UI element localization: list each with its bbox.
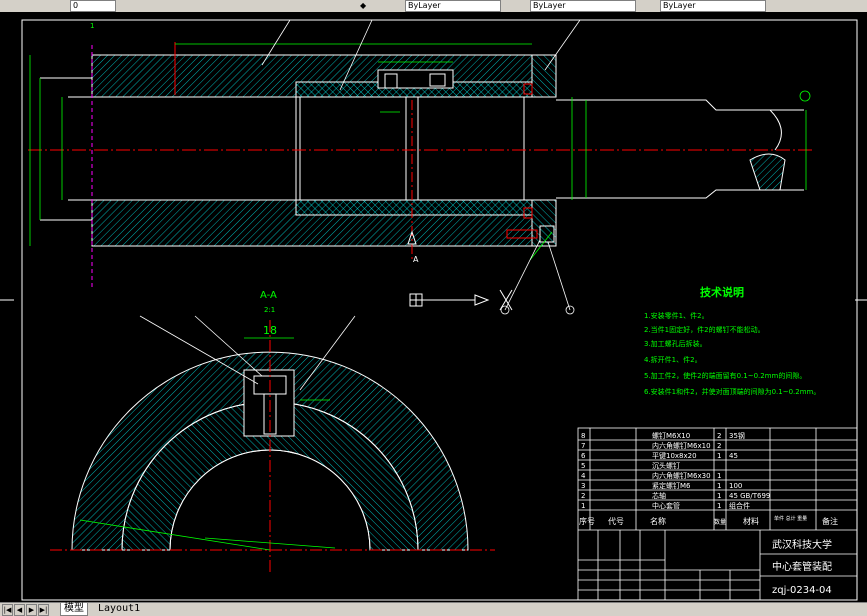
svg-text:平键10x8x20: 平键10x8x20	[652, 451, 697, 460]
prev-tab-button[interactable]: ◀	[14, 604, 25, 616]
svg-text:代号: 代号	[608, 516, 624, 526]
svg-text:备注: 备注	[822, 516, 838, 526]
dim-top-text: 1	[90, 22, 94, 30]
svg-text:100: 100	[729, 482, 742, 490]
svg-text:1: 1	[717, 502, 721, 510]
svg-text:1: 1	[717, 452, 721, 460]
svg-text:组合件: 组合件	[729, 501, 750, 510]
parts-row: 7 内六角螺钉M6x10 2	[581, 441, 721, 450]
svg-text:材料: 材料	[743, 516, 759, 526]
school-name: 武汉科技大学	[772, 538, 832, 551]
note-line: 3.加工螺孔后拆装。	[644, 339, 707, 348]
svg-text:中心套管: 中心套管	[652, 501, 680, 510]
section-title: A-A	[260, 290, 277, 301]
svg-text:数量: 数量	[714, 518, 726, 526]
tool-icon[interactable]: ◆	[360, 1, 366, 10]
last-tab-button[interactable]: ▶|	[38, 604, 49, 616]
svg-text:2: 2	[717, 432, 721, 440]
parts-row: 2 芯轴 1 45 GB/T699	[581, 491, 770, 500]
svg-text:5: 5	[581, 462, 585, 470]
note-line: 2.当件1固定好，件2的螺钉不能松动。	[644, 325, 765, 334]
svg-text:8: 8	[581, 432, 585, 440]
properties-toolbar: 0 ◆ ByLayer ByLayer ByLayer	[0, 0, 867, 12]
linetype-combo[interactable]: ByLayer	[530, 0, 636, 12]
parts-row: 5 沉头螺钉	[581, 461, 680, 470]
note-line: 5.加工件2，使件2的端面留有0.1~0.2mm的间隙。	[644, 371, 806, 380]
svg-text:6: 6	[581, 452, 586, 460]
lineweight-combo[interactable]: ByLayer	[660, 0, 766, 12]
parts-row: 8 螺钉M6X10 2 35钢	[581, 431, 745, 440]
parts-list: 8 螺钉M6X10 2 35钢 7 内六角螺钉M6x10 2 6 平键10x8x20 1 45 …	[579, 431, 838, 526]
technical-notes: 技术说明 1.安装零件1、件2。 2.当件1固定好，件2的螺钉不能松动。 3.加…	[644, 285, 820, 396]
svg-text:芯轴: 芯轴	[652, 491, 666, 500]
svg-text:1: 1	[717, 472, 721, 480]
first-tab-button[interactable]: |◀	[2, 604, 13, 616]
svg-text:4: 4	[581, 472, 586, 480]
tab-layout1[interactable]: Layout1	[95, 603, 143, 615]
svg-text:1: 1	[717, 482, 721, 490]
svg-text:1: 1	[717, 492, 721, 500]
svg-text:2: 2	[581, 492, 585, 500]
svg-text:2: 2	[717, 442, 721, 450]
note-line: 6.安装件1和件2，并使对面顶端的间隙为0.1~0.2mm。	[644, 387, 820, 396]
parts-header-row: 序号 代号 名称 数量 材料 单件 总计 重量 备注	[579, 515, 838, 526]
section-scale: 2:1	[264, 306, 275, 314]
svg-text:7: 7	[581, 442, 585, 450]
svg-text:内六角螺钉M6x30: 内六角螺钉M6x30	[652, 471, 711, 480]
drawing-name: 中心套管装配	[772, 560, 832, 573]
svg-text:沉头螺钉: 沉头螺钉	[652, 461, 680, 470]
note-line: 1.安装零件1、件2。	[644, 311, 709, 320]
drawing-number: zqj-0234-04	[772, 585, 832, 596]
layout-tab-bar: |◀ ◀ ▶ ▶| 模型 Layout1	[0, 602, 867, 616]
svg-text:螺钉M6X10: 螺钉M6X10	[652, 431, 690, 440]
parts-row: 4 内六角螺钉M6x30 1	[581, 471, 721, 480]
parts-row: 1 中心套管 1 组合件	[581, 501, 750, 510]
section-label-a: A	[413, 255, 419, 264]
drawing-canvas[interactable]: 1 A-A 2:1 18 A 技术说明 1.安装零件1、件2。 2.当件1固定好…	[0, 12, 867, 602]
svg-text:3: 3	[581, 482, 585, 490]
svg-text:序号: 序号	[579, 516, 595, 526]
next-tab-button[interactable]: ▶	[26, 604, 37, 616]
svg-text:内六角螺钉M6x10: 内六角螺钉M6x10	[652, 441, 711, 450]
svg-text:1: 1	[581, 502, 585, 510]
section-width-dim: 18	[263, 324, 277, 337]
svg-text:45: 45	[729, 452, 738, 460]
layer-combo[interactable]: 0	[70, 0, 116, 12]
svg-text:紧定螺钉M6: 紧定螺钉M6	[652, 481, 691, 490]
svg-text:35钢: 35钢	[729, 431, 745, 440]
svg-text:单件 总计 重量: 单件 总计 重量	[774, 515, 807, 522]
svg-text:名称: 名称	[650, 516, 666, 526]
notes-title: 技术说明	[700, 285, 744, 299]
tab-model[interactable]: 模型	[60, 603, 88, 616]
svg-text:45 GB/T699: 45 GB/T699	[729, 492, 770, 500]
color-combo[interactable]: ByLayer	[405, 0, 501, 12]
parts-row: 3 紧定螺钉M6 1 100	[581, 481, 742, 490]
cross-section-view	[50, 315, 495, 575]
note-line: 4.拆开件1、件2。	[644, 355, 702, 364]
